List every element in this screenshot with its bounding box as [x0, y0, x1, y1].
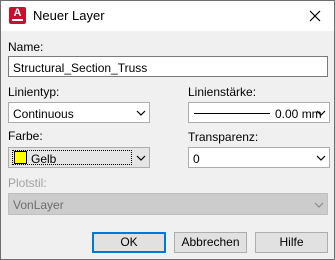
chevron-down-icon: [316, 155, 326, 161]
focus-indicator: [12, 150, 132, 165]
chevron-down-icon: [316, 110, 326, 116]
name-field[interactable]: Structural_Section_Truss: [8, 56, 328, 77]
chevron-down-icon: [136, 110, 146, 116]
app-icon: A: [9, 7, 26, 24]
cancel-button[interactable]: Abbrechen: [174, 232, 247, 253]
close-icon[interactable]: [307, 8, 323, 24]
help-button[interactable]: Hilfe: [255, 232, 328, 253]
lineweight-label: Linienstärke:: [188, 85, 257, 99]
color-dropdown[interactable]: Gelb: [8, 147, 150, 168]
transparency-combo[interactable]: 0: [188, 147, 330, 168]
transparency-value: 0: [193, 152, 200, 166]
plotstyle-value: VonLayer: [13, 198, 64, 212]
color-value: Gelb: [31, 152, 57, 166]
lineweight-sample-line: [194, 113, 270, 114]
new-layer-dialog: A Neuer Layer Name: Structural_Section_T…: [0, 0, 335, 260]
color-label: Farbe:: [8, 129, 43, 143]
linetype-dropdown[interactable]: Continuous: [8, 102, 150, 123]
title-bar: A Neuer Layer: [1, 1, 334, 31]
chevron-down-icon: [136, 155, 146, 161]
linetype-label: Linientyp:: [8, 85, 60, 99]
transparency-label: Transparenz:: [188, 130, 259, 144]
linetype-value: Continuous: [13, 107, 74, 121]
chevron-down-icon: [314, 202, 324, 208]
lineweight-dropdown[interactable]: 0.00 mm: [188, 102, 330, 123]
color-swatch: [14, 151, 27, 164]
lineweight-value: 0.00 mm: [275, 107, 322, 121]
dialog-title: Neuer Layer: [33, 8, 105, 23]
name-label: Name:: [8, 40, 44, 54]
plotstyle-label: Plotstil:: [8, 176, 47, 190]
ok-button[interactable]: OK: [92, 232, 166, 253]
name-value: Structural_Section_Truss: [13, 61, 148, 75]
plotstyle-dropdown: VonLayer: [8, 193, 328, 215]
